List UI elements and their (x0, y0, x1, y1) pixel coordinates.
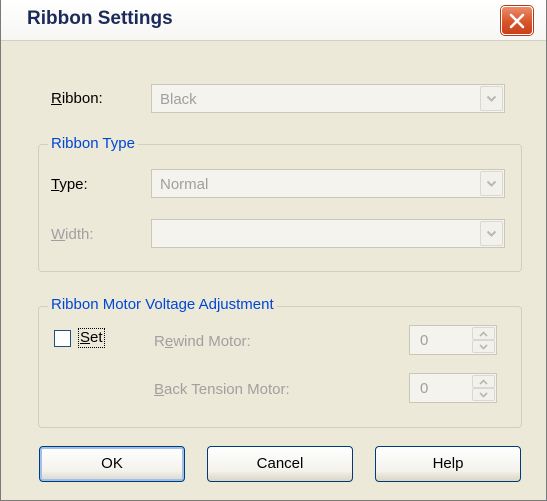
ribbon-settings-dialog: Ribbon Settings Ribbon: Black Ribbon Typ… (0, 0, 547, 501)
back-tension-spin-up[interactable] (472, 375, 495, 388)
type-dropdown-value: Normal (160, 176, 209, 193)
back-tension-motor-spinner[interactable]: 0 (409, 373, 497, 403)
spin-up-icon (479, 330, 488, 337)
spin-down-icon (479, 343, 488, 350)
ribbon-dropdown[interactable]: Black (151, 84, 505, 113)
rewind-motor-spinner[interactable]: 0 (409, 325, 497, 355)
width-label: Width: (51, 226, 94, 243)
rewind-motor-value: 0 (420, 332, 429, 349)
set-checkbox-label[interactable]: Set (78, 328, 105, 348)
back-tension-spin-down[interactable] (472, 388, 495, 401)
cancel-button[interactable]: Cancel (207, 446, 353, 482)
ribbon-dropdown-button[interactable] (480, 86, 503, 111)
back-tension-motor-label: Back Tension Motor: (154, 381, 290, 398)
close-icon (509, 13, 525, 28)
motor-voltage-group-title: Ribbon Motor Voltage Adjustment (48, 296, 277, 313)
ok-button[interactable]: OK (39, 446, 185, 482)
type-dropdown[interactable]: Normal (151, 169, 505, 198)
close-button[interactable] (501, 6, 533, 35)
chevron-down-icon (486, 95, 497, 102)
title-bar: Ribbon Settings (1, 0, 546, 41)
rewind-spin-up[interactable] (472, 327, 495, 340)
rewind-motor-label: Rewind Motor: (154, 333, 251, 350)
chevron-down-icon (486, 180, 497, 187)
ribbon-type-group (38, 144, 522, 272)
spin-down-icon (479, 391, 488, 398)
back-tension-motor-value: 0 (420, 380, 429, 397)
type-label: Type: (51, 176, 88, 193)
ribbon-type-group-title: Ribbon Type (48, 135, 138, 152)
width-dropdown-button[interactable] (480, 221, 503, 246)
width-dropdown[interactable] (151, 219, 505, 248)
ribbon-label: Ribbon: (51, 90, 103, 107)
spin-up-icon (479, 378, 488, 385)
help-button[interactable]: Help (375, 446, 521, 482)
dialog-title: Ribbon Settings (27, 8, 173, 29)
set-checkbox[interactable] (54, 330, 71, 347)
type-dropdown-button[interactable] (480, 171, 503, 196)
ribbon-dropdown-value: Black (160, 91, 197, 108)
rewind-spin-down[interactable] (472, 340, 495, 353)
chevron-down-icon (486, 230, 497, 237)
